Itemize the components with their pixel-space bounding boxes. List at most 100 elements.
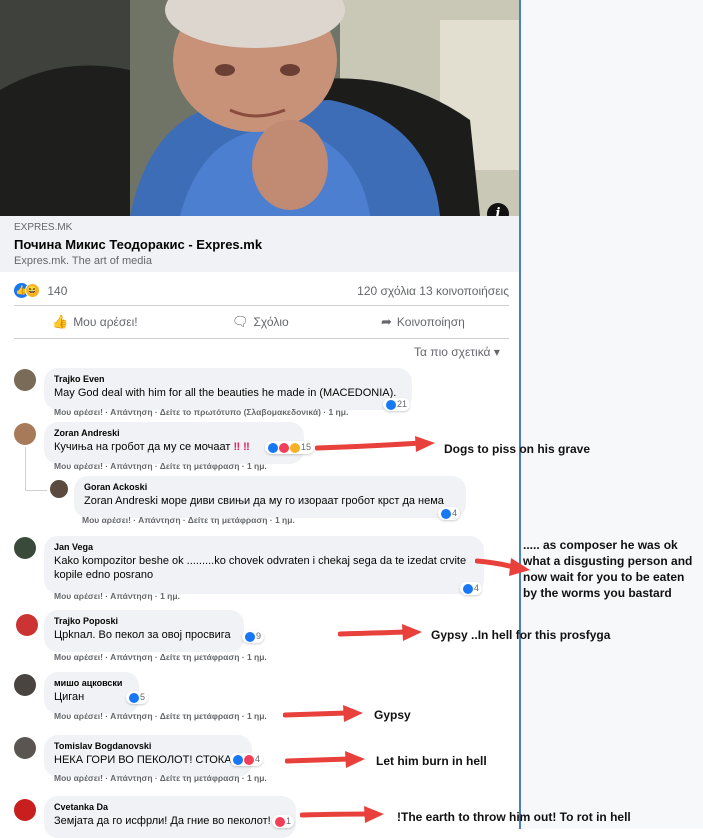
like-icon bbox=[463, 583, 473, 594]
comment-icon: 🗨 bbox=[232, 314, 249, 329]
haha-icon bbox=[290, 442, 300, 453]
avatar[interactable] bbox=[14, 369, 36, 391]
comment-text: Црknал. Во пекол за овој просвига bbox=[54, 629, 231, 641]
avatar[interactable] bbox=[14, 423, 36, 445]
comment-author[interactable]: Goran Ackoski bbox=[84, 482, 456, 492]
reactions-summary: 👍😆 140 120 σχόλια 13 κοινοποιήσεις bbox=[14, 283, 509, 301]
thumbs-up-icon: 👍 bbox=[52, 314, 69, 329]
annotation-text: !The earth to throw him out! To rot in h… bbox=[397, 810, 631, 824]
comment-text: Кучиња на гробот да му се мочаат ‼ ‼ bbox=[54, 441, 250, 453]
share-icon: ➦ bbox=[381, 314, 392, 329]
like-icon bbox=[245, 631, 255, 642]
comments-shares-count[interactable]: 120 σχόλια 13 κοινοποιήσεις bbox=[357, 284, 509, 298]
comment-label: Σχόλιο bbox=[253, 315, 289, 329]
right-sidebar bbox=[519, 0, 703, 829]
love-icon bbox=[279, 442, 289, 453]
sort-dropdown[interactable]: Τα πιο σχετικά ▾ bbox=[414, 345, 500, 359]
link-title[interactable]: Почина Микис Теодоракис - Expres.mk bbox=[14, 237, 262, 252]
like-icon bbox=[268, 442, 278, 453]
share-button[interactable]: ➦ Κοινοποίηση bbox=[381, 314, 465, 330]
comment-bubble: Goran Ackoski Zoran Andreski море диви с… bbox=[74, 476, 466, 518]
comment-actions[interactable]: Μου αρέσει! · Απάντηση · Δείτε τη μετάφρ… bbox=[82, 515, 295, 525]
annotation-arrow bbox=[315, 436, 435, 452]
comment-actions[interactable]: Μου αρέσει! · Απάντηση · Δείτε τη μετάφρ… bbox=[54, 652, 267, 662]
comment-actions[interactable]: Μου αρέσει! · Απάντηση · Δείτε τη μετάφρ… bbox=[54, 461, 267, 471]
comment-text: Земјата да го исфрли! Да гние во пеколот… bbox=[54, 815, 271, 827]
annotation-arrow bbox=[283, 705, 363, 722]
comment-text: Kako kompozitor beshe ok .........ko cho… bbox=[54, 555, 467, 581]
comment-text: Циган bbox=[54, 691, 85, 703]
avatar[interactable] bbox=[50, 480, 68, 498]
comment-reactions[interactable]: 5 bbox=[126, 691, 149, 704]
comment-text: Zoran Andreski море диви свињи да му го … bbox=[84, 495, 444, 507]
comment-text: НЕКА ГОРИ ВО ПЕКОЛОТ! СТОКА! bbox=[54, 754, 235, 766]
like-icon bbox=[129, 692, 139, 703]
comment-text: May God deal with him for all the beauti… bbox=[54, 387, 397, 399]
annotation-arrow bbox=[300, 806, 384, 823]
comment-reactions[interactable]: 4 bbox=[460, 582, 483, 595]
caret-down-icon: ▾ bbox=[493, 345, 500, 359]
comment-author[interactable]: Zoran Andreski bbox=[54, 428, 294, 438]
avatar[interactable] bbox=[14, 737, 36, 759]
comment-reactions[interactable]: 1 bbox=[272, 815, 295, 828]
annotation-text: Let him burn in hell bbox=[376, 754, 487, 768]
comment-author[interactable]: мишо ацковски bbox=[54, 678, 129, 688]
haha-reaction-icon[interactable]: 😆 bbox=[25, 283, 40, 299]
link-domain: EXPRES.MK bbox=[14, 222, 73, 233]
comment-actions[interactable]: Μου αρέσει! · Απάντηση · Δείτε το πρωτότ… bbox=[54, 407, 348, 417]
avatar[interactable] bbox=[14, 674, 36, 696]
like-icon bbox=[441, 508, 451, 519]
annotation-text: Dogs to piss on his grave bbox=[444, 442, 591, 456]
comment-bubble: Zoran Andreski Кучиња на гробот да му се… bbox=[44, 422, 304, 464]
comment-author[interactable]: Trajko Poposki bbox=[54, 616, 234, 626]
comment-button[interactable]: 🗨 Σχόλιο bbox=[232, 314, 289, 330]
sort-label: Τα πιο σχετικά bbox=[414, 345, 491, 359]
link-preview[interactable]: EXPRES.MK Почина Микис Теодоракис - Expr… bbox=[0, 216, 519, 272]
reaction-count[interactable]: 140 bbox=[47, 284, 67, 298]
annotation-arrow bbox=[338, 624, 422, 641]
like-icon bbox=[233, 754, 243, 765]
love-icon bbox=[275, 816, 285, 827]
post-feed: i EXPRES.MK Почина Микис Теодоракис - Ex… bbox=[0, 0, 519, 838]
comment-reactions[interactable]: 15 bbox=[265, 441, 315, 454]
annotation-text: Gypsy ..In hell for this prosfyga bbox=[431, 628, 611, 642]
comment-actions[interactable]: Μου αρέσει! · Απάντηση · Δείτε τη μετάφρ… bbox=[54, 711, 267, 721]
vertical-divider bbox=[519, 0, 521, 829]
comment-bubble: мишо ацковски Циган bbox=[44, 672, 139, 714]
thread-line bbox=[25, 447, 26, 491]
annotation-text: Gypsy bbox=[374, 708, 411, 722]
divider bbox=[14, 305, 509, 306]
thread-line bbox=[25, 490, 47, 491]
comment-reactions[interactable]: 9 bbox=[242, 630, 265, 643]
like-label: Μου αρέσει! bbox=[73, 315, 138, 329]
link-description: Expres.mk. The art of media bbox=[14, 255, 152, 267]
comment-reactions[interactable]: 21 bbox=[383, 398, 411, 411]
comment-author[interactable]: Tomislav Bogdanovski bbox=[54, 741, 242, 751]
comment-bubble: Trajko Even May God deal with him for al… bbox=[44, 368, 412, 410]
comment-author[interactable]: Trajko Even bbox=[54, 374, 402, 384]
like-icon bbox=[386, 399, 396, 410]
comment-actions[interactable]: Μου αρέσει! · Απάντηση · 1 ημ. bbox=[54, 591, 180, 601]
post-actions: 👍 Μου αρέσει! 🗨 Σχόλιο ➦ Κοινοποίηση bbox=[14, 312, 509, 334]
avatar[interactable] bbox=[14, 799, 36, 821]
portrait-image bbox=[0, 0, 519, 216]
like-button[interactable]: 👍 Μου αρέσει! bbox=[52, 314, 138, 330]
love-icon bbox=[244, 754, 254, 765]
comment-reactions[interactable]: 4 bbox=[438, 507, 461, 520]
emphasis-marks: ‼ ‼ bbox=[233, 441, 250, 453]
annotation-arrow bbox=[285, 751, 365, 768]
post-photo[interactable]: i bbox=[0, 0, 519, 216]
divider bbox=[14, 338, 509, 339]
comment-bubble: Tomislav Bogdanovski НЕКА ГОРИ ВО ПЕКОЛО… bbox=[44, 735, 252, 777]
share-label: Κοινοποίηση bbox=[396, 315, 465, 329]
comment-bubble: Trajko Poposki Црknал. Во пекол за овој … bbox=[44, 610, 244, 652]
avatar[interactable] bbox=[16, 614, 38, 636]
avatar[interactable] bbox=[14, 537, 36, 559]
annotation-text: ..... as composer he was ok what a disgu… bbox=[523, 538, 693, 600]
comment-reactions[interactable]: 4 bbox=[230, 753, 264, 766]
comment-bubble: Cvetanka Da Земјата да го исфрли! Да гни… bbox=[44, 796, 296, 838]
comment-author[interactable]: Jan Vega bbox=[54, 542, 474, 552]
comment-author[interactable]: Cvetanka Da bbox=[54, 802, 286, 812]
comment-actions[interactable]: Μου αρέσει! · Απάντηση · Δείτε τη μετάφρ… bbox=[54, 773, 267, 783]
comment-bubble: Jan Vega Kako kompozitor beshe ok ......… bbox=[44, 536, 484, 594]
